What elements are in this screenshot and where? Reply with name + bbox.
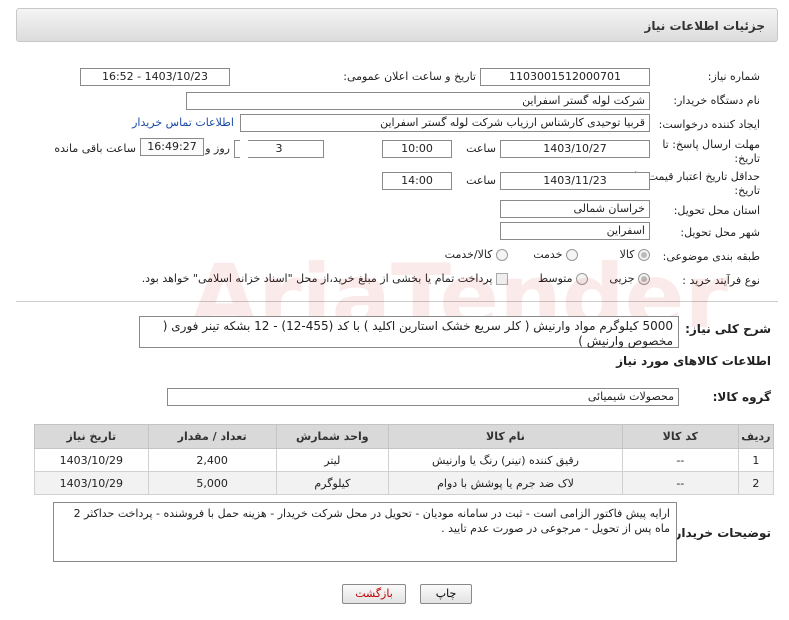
row-name: لاک ضد جرم یا پوشش با دوام: [388, 471, 623, 495]
row-index: 2: [737, 471, 775, 495]
validity-time-field[interactable]: 14:00: [382, 172, 452, 190]
row-qty: 2,400: [147, 448, 277, 472]
category-option-goods-service[interactable]: کالا/خدمت: [445, 248, 508, 261]
table-row: 1 -- رقیق کننده (تینر) رنگ یا وارنیش لیت…: [34, 448, 775, 472]
radio-icon[interactable]: [638, 249, 650, 261]
validity-label: حداقل تاریخ اعتبار قیمت: تا: [634, 170, 760, 183]
col-index: ردیف: [737, 424, 775, 449]
province-label: استان محل تحویل:: [673, 204, 760, 217]
table-row: 2 -- لاک ضد جرم یا پوشش با دوام کیلوگرم …: [34, 471, 775, 495]
buyer-org-label: نام دستگاه خریدار:: [673, 94, 760, 107]
need-number-field[interactable]: 1103001512000701: [480, 68, 650, 86]
deadline-date-field[interactable]: 1403/10/27: [500, 140, 650, 158]
buyer-org-field[interactable]: شرکت لوله گستر اسفراین: [186, 92, 650, 110]
need-details-form: شماره نیاز: 1103001512000701 تاریخ و ساع…: [16, 52, 778, 302]
process-option-medium[interactable]: متوسط: [538, 272, 588, 285]
row-unit: لیتر: [275, 448, 390, 472]
col-qty: تعداد / مقدار: [147, 424, 277, 449]
deadline-date-label: تاریخ:: [734, 152, 760, 165]
print-button[interactable]: چاپ: [420, 584, 472, 604]
process-label: نوع فرآیند خرید :: [682, 274, 760, 287]
deadline-label: مهلت ارسال پاسخ: تا: [662, 138, 760, 151]
goods-group-field[interactable]: محصولات شیمیائی: [167, 388, 679, 406]
category-label: طبقه بندی موضوعی:: [662, 250, 760, 263]
col-unit: واحد شمارش: [275, 424, 390, 449]
goods-table: ردیف کد کالا نام کالا واحد شمارش تعداد /…: [34, 424, 775, 495]
goods-section-title: اطلاعات کالاهای مورد نیاز: [616, 354, 771, 368]
radio-icon[interactable]: [566, 249, 578, 261]
remaining-time-field: 16:49:27: [140, 138, 204, 156]
col-name: نام کالا: [388, 424, 623, 449]
need-number-label: شماره نیاز:: [707, 70, 760, 83]
category-option-goods[interactable]: کالا: [620, 248, 650, 261]
contact-info-link[interactable]: اطلاعات تماس خریدار: [132, 116, 234, 129]
row-code: --: [621, 448, 739, 472]
category-option-service[interactable]: خدمت: [533, 248, 578, 261]
deadline-time-field[interactable]: 10:00: [382, 140, 452, 158]
days-label: روز و: [205, 142, 230, 155]
deadline-time-label: ساعت: [466, 142, 496, 155]
col-date: تاریخ نیاز: [34, 424, 149, 449]
announce-label: تاریخ و ساعت اعلان عمومی:: [343, 70, 476, 83]
process-option-minor[interactable]: جزیی: [609, 272, 650, 285]
radio-icon[interactable]: [638, 273, 650, 285]
radio-icon[interactable]: [576, 273, 588, 285]
row-date: 1403/10/29: [34, 448, 149, 472]
validity-time-label: ساعت: [466, 174, 496, 187]
requester-field[interactable]: قربیا توحیدی کارشناس ارزیاب شرکت لوله گس…: [240, 114, 650, 132]
goods-group-label: گروه کالا:: [712, 390, 771, 404]
city-field[interactable]: اسفراین: [500, 222, 650, 240]
validity-date-field[interactable]: 1403/11/23: [500, 172, 650, 190]
validity-date-label: تاریخ:: [734, 184, 760, 197]
row-date: 1403/10/29: [34, 471, 149, 495]
city-label: شهر محل تحویل:: [680, 226, 760, 239]
table-header-row: ردیف کد کالا نام کالا واحد شمارش تعداد /…: [34, 424, 775, 449]
row-index: 1: [737, 448, 775, 472]
province-field[interactable]: خراسان شمالی: [500, 200, 650, 218]
radio-icon[interactable]: [496, 249, 508, 261]
row-name: رقیق کننده (تینر) رنگ یا وارنیش: [388, 448, 623, 472]
row-qty: 5,000: [147, 471, 277, 495]
checkbox-icon[interactable]: [496, 273, 508, 285]
panel-header: جزئیات اطلاعات نیاز: [16, 8, 778, 42]
description-field[interactable]: 5000 کیلوگرم مواد وارنیش ( کلر سریع خشک …: [139, 316, 679, 348]
announce-field[interactable]: 1403/10/23 - 16:52: [80, 68, 230, 86]
remaining-label: ساعت باقی مانده: [54, 142, 136, 155]
row-code: --: [621, 471, 739, 495]
col-code: کد کالا: [621, 424, 739, 449]
back-button[interactable]: بازگشت: [342, 584, 406, 604]
row-unit: کیلوگرم: [275, 471, 390, 495]
treasury-payment-checkbox[interactable]: پرداخت تمام یا بخشی از مبلغ خرید،از محل …: [142, 272, 508, 285]
page-title: جزئیات اطلاعات نیاز: [644, 19, 765, 33]
requester-label: ایجاد کننده درخواست:: [658, 118, 760, 131]
buyer-notes-label: توضیحات خریدار:: [669, 526, 771, 540]
buyer-notes-field[interactable]: ارایه پیش فاکتور الزامی است - ثبت در سام…: [53, 502, 677, 562]
description-label: شرح کلی نیاز:: [685, 322, 771, 336]
